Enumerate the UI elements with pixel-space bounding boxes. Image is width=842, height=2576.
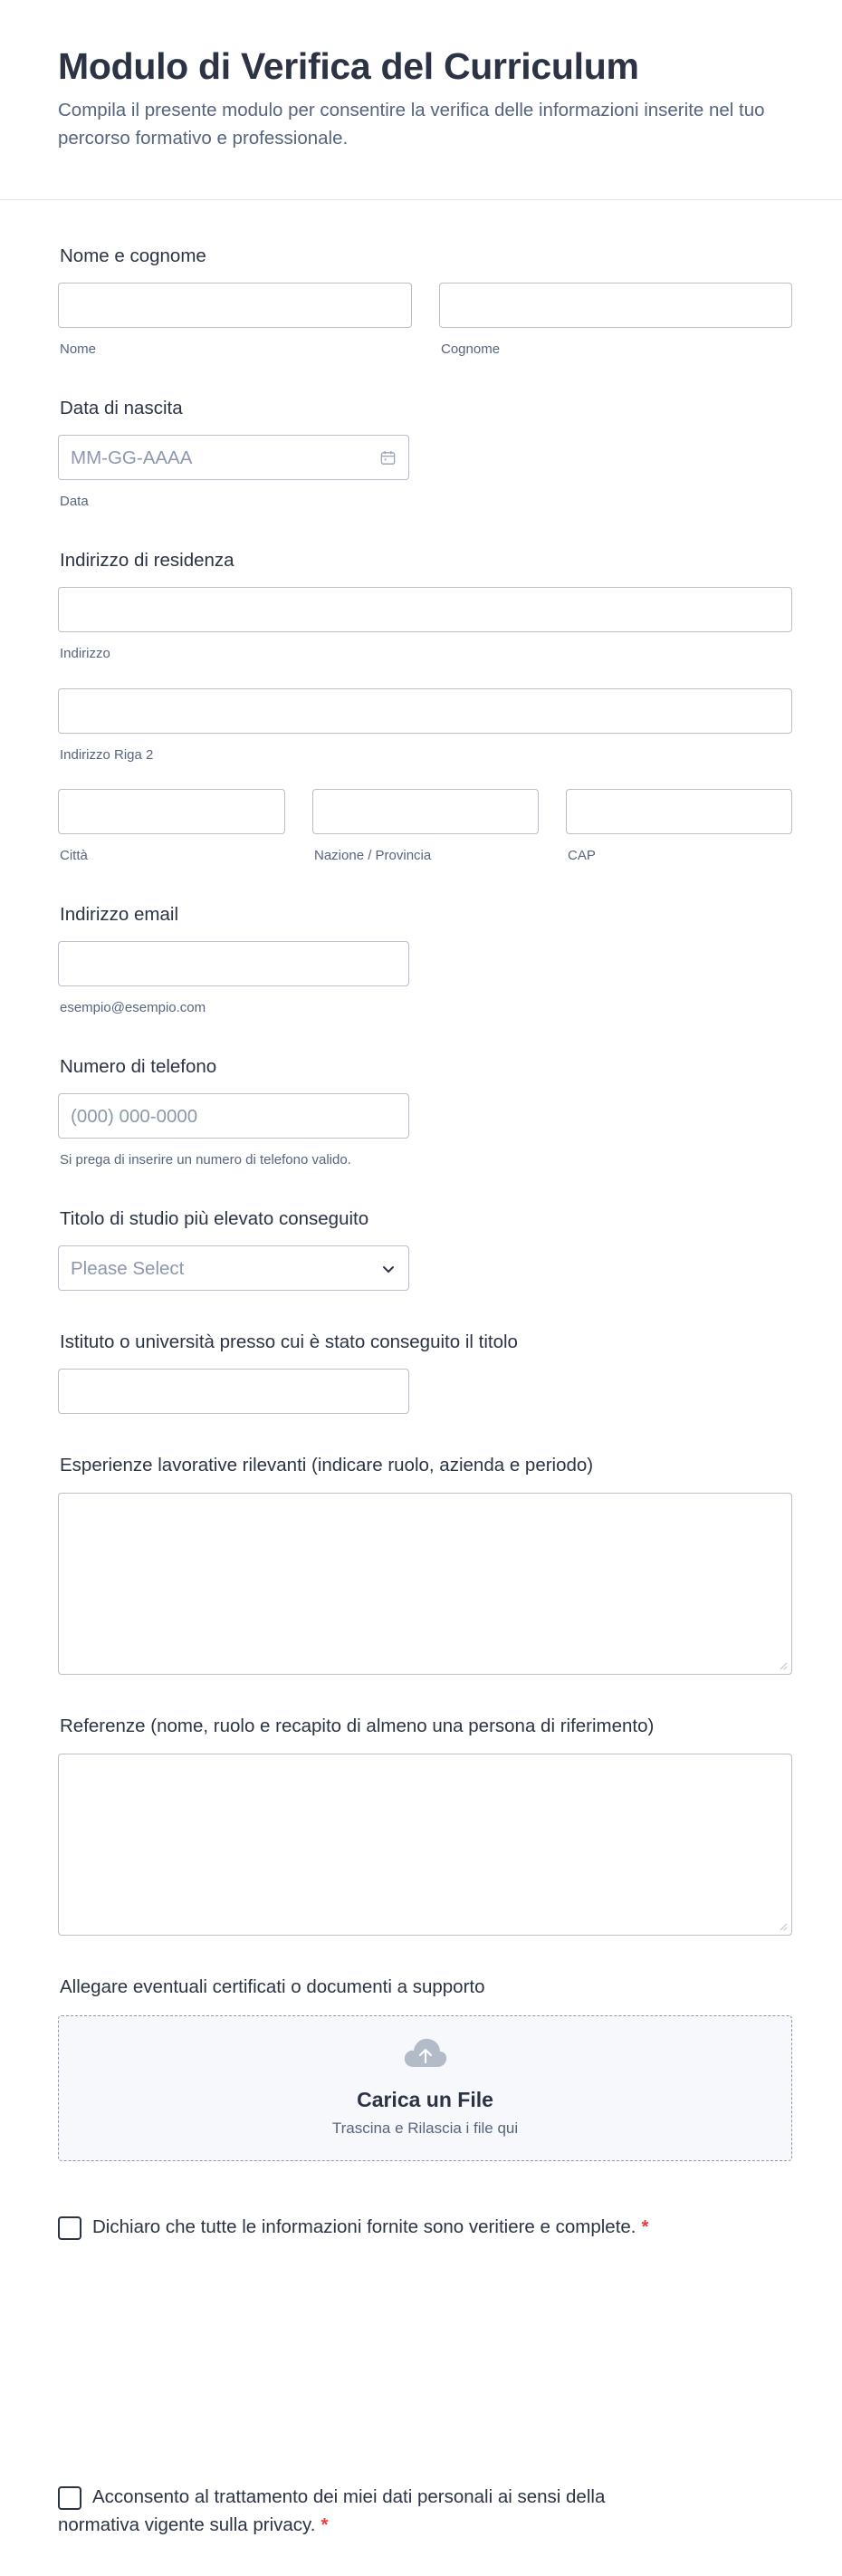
references-textarea[interactable] — [58, 1754, 792, 1936]
city-input[interactable] — [58, 789, 285, 834]
required-mark: * — [641, 2216, 649, 2237]
form-header: Modulo di Verifica del Curriculum Compil… — [0, 0, 842, 200]
name-label: Nome e cognome — [60, 245, 206, 266]
phone-input[interactable]: (000) 000-0000 — [58, 1093, 409, 1139]
phone-sublabel: Si prega di inserire un numero di telefo… — [60, 1152, 351, 1168]
institute-input[interactable] — [58, 1369, 409, 1414]
city-sublabel: Città — [60, 848, 88, 863]
references-label: Referenze (nome, ruolo e recapito di alm… — [60, 1716, 655, 1736]
file-upload-dropzone[interactable]: Carica un File Trascina e Rilascia i fil… — [58, 2015, 792, 2161]
declaration-label[interactable]: Dichiaro che tutte le informazioni forni… — [92, 2213, 648, 2241]
cloud-upload-icon — [404, 2038, 447, 2067]
institute-label: Istituto o università presso cui è stato… — [60, 1331, 518, 1352]
zip-input[interactable] — [566, 789, 792, 834]
form-subtitle: Compila il presente modulo per consentir… — [58, 100, 765, 149]
resize-grip-icon[interactable] — [779, 1922, 788, 1931]
zip-sublabel: CAP — [568, 848, 596, 863]
upload-subtitle: Trascina e Rilascia i file qui — [331, 2119, 519, 2137]
last-name-sublabel: Cognome — [441, 341, 501, 357]
birth-date-sublabel: Data — [60, 494, 89, 509]
first-name-sublabel: Nome — [60, 341, 97, 357]
consent-label[interactable]: Acconsento al trattamento dei miei dati … — [58, 2483, 674, 2539]
experience-label: Esperienze lavorative rilevanti (indicar… — [60, 1455, 594, 1475]
degree-select[interactable]: Please Select — [58, 1245, 409, 1291]
experience-textarea[interactable] — [58, 1493, 792, 1675]
address-line1-input[interactable] — [58, 587, 792, 632]
email-sublabel: esempio@esempio.com — [60, 1000, 206, 1015]
state-sublabel: Nazione / Provincia — [314, 848, 432, 863]
address-line2-input[interactable] — [58, 688, 792, 734]
email-input[interactable] — [58, 941, 409, 986]
degree-select-value: Please Select — [71, 1258, 185, 1279]
upload-title: Carica un File — [357, 2088, 493, 2111]
birth-date-placeholder: MM-GG-AAAA — [71, 447, 193, 468]
degree-label: Titolo di studio più elevato conseguito — [60, 1208, 369, 1229]
phone-placeholder: (000) 000-0000 — [71, 1106, 198, 1127]
email-label: Indirizzo email — [60, 904, 179, 925]
upload-label: Allegare eventuali certificati o documen… — [60, 1976, 485, 1997]
chevron-down-icon — [383, 1266, 394, 1273]
address-line2-sublabel: Indirizzo Riga 2 — [60, 747, 154, 763]
address-line1-sublabel: Indirizzo — [60, 646, 110, 661]
declaration-checkbox[interactable] — [58, 2216, 81, 2240]
last-name-input[interactable] — [439, 283, 792, 328]
form-title: Modulo di Verifica del Curriculum — [58, 45, 639, 87]
required-mark: * — [321, 2514, 329, 2535]
declaration-text: Dichiaro che tutte le informazioni forni… — [92, 2216, 636, 2237]
phone-label: Numero di telefono — [60, 1056, 217, 1077]
consent-text: Acconsento al trattamento dei miei dati … — [58, 2486, 606, 2535]
birth-date-input[interactable]: MM-GG-AAAA — [58, 435, 409, 480]
address-label: Indirizzo di residenza — [60, 550, 234, 571]
first-name-input[interactable] — [58, 283, 412, 328]
state-input[interactable] — [312, 789, 539, 834]
calendar-icon[interactable] — [379, 449, 397, 466]
birth-date-label: Data di nascita — [60, 398, 183, 418]
resize-grip-icon[interactable] — [779, 1661, 788, 1670]
